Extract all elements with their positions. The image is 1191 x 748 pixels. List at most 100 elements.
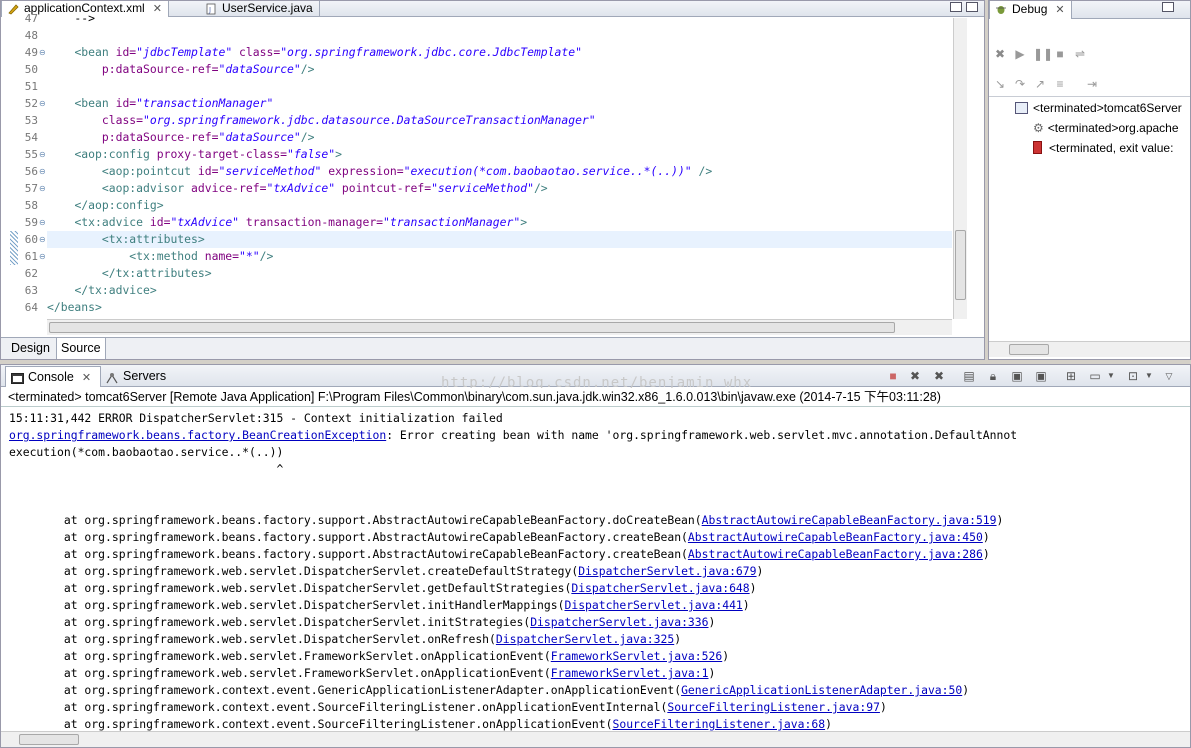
code-line[interactable]: p:dataSource-ref="dataSource"/> (47, 129, 315, 146)
tab-user-service[interactable]: J UserService.java (200, 1, 320, 17)
code-line[interactable]: </tx:attributes> (47, 265, 212, 282)
maximize-button[interactable] (966, 2, 978, 12)
remove-terminated-icon[interactable]: ✖ (993, 47, 1007, 61)
remove-launch-icon[interactable]: ✖ (907, 368, 923, 384)
fold-toggle-icon[interactable]: ⊖ (39, 163, 46, 180)
stack-trace-link[interactable]: DispatcherServlet.java:679 (578, 564, 756, 578)
stack-trace-link[interactable]: AbstractAutowireCapableBeanFactory.java:… (702, 513, 997, 527)
stack-trace-link[interactable]: GenericApplicationListenerAdapter.java:5… (681, 683, 962, 697)
code-line[interactable]: <bean id="transactionManager" (47, 95, 273, 112)
fold-toggle-icon[interactable]: ⊖ (39, 95, 46, 112)
view-menu-icon[interactable]: ▽ (1161, 368, 1177, 384)
code-token: > (335, 147, 342, 161)
fold-toggle-icon[interactable]: ⊖ (39, 146, 46, 163)
tree-item-process[interactable]: ⚙ <terminated>org.apache (1033, 119, 1179, 137)
step-return-icon[interactable]: ↗ (1033, 77, 1047, 91)
fold-toggle-icon[interactable]: ⊖ (39, 231, 46, 248)
code-line[interactable]: class="org.springframework.jdbc.datasour… (47, 112, 596, 129)
debug-horizontal-scrollbar[interactable] (989, 341, 1190, 357)
console-text: at org.springframework.beans.factory.sup… (9, 547, 688, 561)
stack-trace-link[interactable]: org.springframework.beans.factory.BeanCr… (9, 428, 386, 442)
resume-icon[interactable]: ▶ (1013, 47, 1027, 61)
stack-trace-link[interactable]: FrameworkServlet.java:1 (551, 666, 709, 680)
stack-trace-link[interactable]: DispatcherServlet.java:441 (564, 598, 742, 612)
stack-trace-link[interactable]: DispatcherServlet.java:325 (496, 632, 674, 646)
stack-trace-link[interactable]: SourceFilteringListener.java:97 (667, 700, 880, 714)
stack-trace-link[interactable]: AbstractAutowireCapableBeanFactory.java:… (688, 530, 983, 544)
minimize-button[interactable] (1162, 2, 1174, 12)
code-line[interactable]: <aop:config proxy-target-class="false"> (47, 146, 342, 163)
fold-toggle-icon[interactable]: ⊖ (39, 214, 46, 231)
code-token: <aop:advisor (101, 181, 192, 195)
fold-toggle-icon[interactable]: ⊖ (39, 248, 46, 265)
chevron-down-icon[interactable]: ▼ (1103, 368, 1119, 384)
code-line[interactable]: p:dataSource-ref="dataSource"/> (47, 61, 315, 78)
scroll-lock-icon[interactable]: 🔒︎ (985, 368, 1001, 384)
drop-to-frame-icon[interactable]: ≡ (1053, 77, 1067, 91)
remove-all-terminated-icon[interactable]: ✖ (931, 368, 947, 384)
tab-design[interactable]: Design (7, 338, 54, 359)
code-line[interactable]: --> (47, 10, 95, 27)
tree-item-exit[interactable]: <terminated, exit value: (1033, 139, 1173, 157)
editor-horizontal-scrollbar[interactable] (47, 319, 952, 335)
close-icon[interactable]: ✕ (82, 372, 91, 384)
tree-item-tomcat-server[interactable]: <terminated>tomcat6Server (1015, 99, 1182, 117)
stack-trace-link[interactable]: DispatcherServlet.java:648 (571, 581, 749, 595)
tab-console[interactable]: Console ✕ (5, 366, 101, 387)
terminate-icon[interactable]: ■ (1053, 47, 1067, 61)
scroll-thumb[interactable] (19, 734, 79, 745)
code-token: id= (115, 96, 137, 110)
code-token: expression= (321, 164, 404, 178)
stack-trace-link[interactable]: DispatcherServlet.java:336 (530, 615, 708, 629)
code-line[interactable]: </beans> (47, 299, 102, 316)
code-token: "serviceMethod" (431, 181, 534, 195)
stack-trace-link[interactable]: SourceFilteringListener.java:68 (612, 717, 825, 731)
disconnect-icon[interactable]: ⇌ (1073, 47, 1087, 61)
code-line[interactable]: </tx:advice> (47, 282, 156, 299)
code-line[interactable]: <bean id="jdbcTemplate" class="org.sprin… (47, 44, 582, 61)
code-line[interactable]: <aop:pointcut id="serviceMethod" express… (47, 163, 712, 180)
fold-toggle-icon[interactable]: ⊖ (39, 180, 46, 197)
open-console-icon[interactable]: ⊡ (1125, 368, 1141, 384)
minimize-button[interactable] (950, 2, 962, 12)
close-icon[interactable]: ✕ (153, 3, 162, 15)
use-step-filters-icon[interactable]: ⇥ (1085, 77, 1099, 91)
code-area[interactable]: 47 --> 48 49 ⊖ <bean id="jdbcTemplate" clas… (1, 11, 952, 319)
code-line[interactable]: <tx:method name="*"/> (47, 248, 273, 265)
tab-servers[interactable]: Servers (101, 366, 166, 387)
console-text: 15:11:31,442 ERROR DispatcherServlet:315… (9, 411, 503, 425)
console-horizontal-scrollbar[interactable] (1, 731, 1190, 747)
scroll-thumb[interactable] (1009, 344, 1049, 355)
tab-source[interactable]: Source (56, 338, 106, 359)
scroll-thumb[interactable] (955, 230, 966, 300)
fold-toggle-icon[interactable]: ⊖ (39, 44, 46, 61)
scroll-thumb[interactable] (49, 322, 895, 333)
clear-console-icon[interactable]: ▤ (961, 368, 977, 384)
code-line[interactable]: </aop:config> (47, 197, 163, 214)
pin-console-icon[interactable]: ⊞ (1063, 368, 1079, 384)
line-number: 62 (24, 267, 38, 280)
stack-trace-link[interactable]: AbstractAutowireCapableBeanFactory.java:… (688, 547, 983, 561)
display-selected-console-icon[interactable]: ▭ (1087, 368, 1103, 384)
console-text: : Error creating bean with name 'org.spr… (386, 428, 1018, 442)
step-over-icon[interactable]: ↷ (1013, 77, 1027, 91)
show-on-stdout-icon[interactable]: ▣ (1009, 368, 1025, 384)
code-line[interactable]: <tx:attributes> (47, 231, 205, 248)
terminate-icon[interactable]: ■ (885, 368, 901, 384)
tab-debug[interactable]: Debug ✕ (989, 1, 1072, 19)
console-line: 15:11:31,442 ERROR DispatcherServlet:315… (9, 410, 503, 427)
show-on-stderr-icon[interactable]: ▣ (1033, 368, 1049, 384)
code-token: "org.springframework.jdbc.core.JdbcTempl… (280, 45, 582, 59)
stack-trace-link[interactable]: FrameworkServlet.java:526 (551, 649, 722, 663)
close-icon[interactable]: ✕ (1055, 4, 1064, 16)
console-output[interactable]: 15:11:31,442 ERROR DispatcherServlet:315… (1, 409, 1190, 731)
chevron-down-icon[interactable]: ▼ (1141, 368, 1157, 384)
code-line[interactable]: <tx:advice id="txAdvice" transaction-man… (47, 214, 527, 231)
editor-vertical-scrollbar[interactable] (953, 18, 967, 319)
code-line[interactable]: <aop:advisor advice-ref="txAdvice" point… (47, 180, 548, 197)
step-into-icon[interactable]: ↘ (993, 77, 1007, 91)
console-line: at org.springframework.web.servlet.Dispa… (9, 597, 750, 614)
suspend-icon[interactable]: ❚❚ (1033, 47, 1053, 61)
